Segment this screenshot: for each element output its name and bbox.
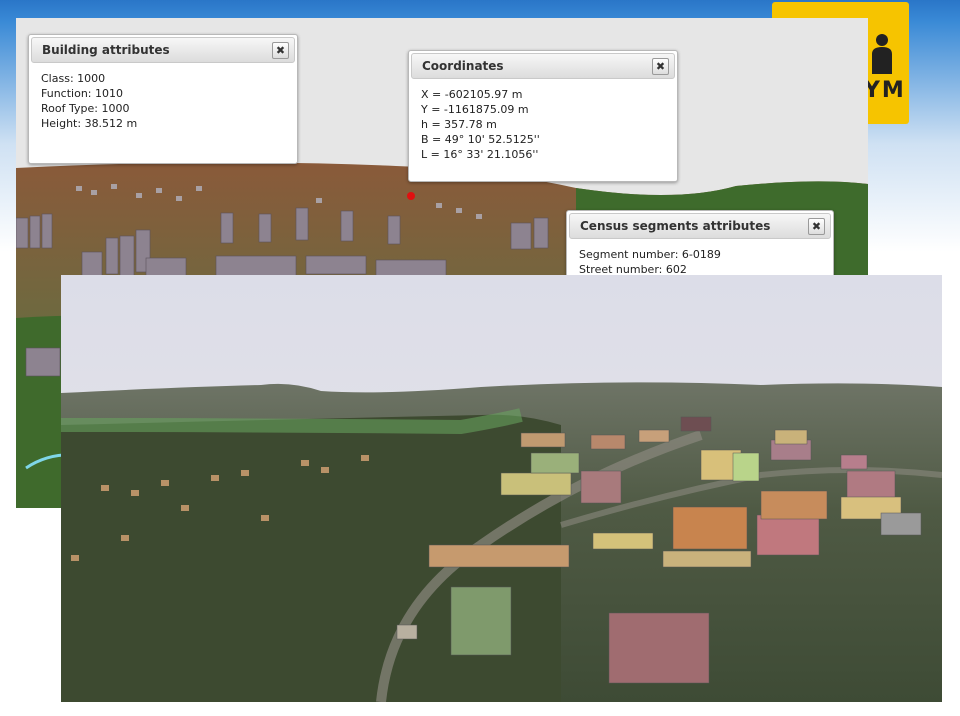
city-scene: [61, 275, 942, 702]
close-button[interactable]: ✖: [808, 218, 825, 235]
panel-body: X = -602105.97 m Y = -1161875.09 m h = 3…: [409, 81, 677, 168]
panel-title: Building attributes: [42, 43, 170, 57]
panel-header[interactable]: Census segments attributes ✖: [569, 213, 831, 239]
coordinate-row: L = 16° 33' 21.1056'': [421, 148, 539, 161]
coordinate-row: h = 357.78 m: [421, 118, 497, 131]
attribute-row: Height: 38.512 m: [41, 117, 138, 130]
coordinates-panel[interactable]: Coordinates ✖ X = -602105.97 m Y = -1161…: [408, 50, 678, 182]
panel-title: Census segments attributes: [580, 219, 771, 233]
panel-header[interactable]: Coordinates ✖: [411, 53, 675, 79]
building-attributes-panel[interactable]: Building attributes ✖ Class: 1000 Functi…: [28, 34, 298, 164]
city-model-3d-view[interactable]: [61, 275, 942, 702]
panel-header[interactable]: Building attributes ✖: [31, 37, 295, 63]
person-icon: [872, 34, 892, 74]
panel-title: Coordinates: [422, 59, 504, 73]
attribute-row: Segment number: 6-0189: [579, 248, 721, 261]
attribute-row: Class: 1000: [41, 72, 106, 85]
coordinate-row: X = -602105.97 m: [421, 88, 523, 101]
panel-body: Class: 1000 Function: 1010 Roof Type: 10…: [29, 65, 297, 137]
attribute-row: Function: 1010: [41, 87, 123, 100]
close-button[interactable]: ✖: [272, 42, 289, 59]
attribute-row: Roof Type: 1000: [41, 102, 130, 115]
coordinate-row: B = 49° 10' 52.5125'': [421, 133, 540, 146]
close-button[interactable]: ✖: [652, 58, 669, 75]
coordinate-row: Y = -1161875.09 m: [421, 103, 529, 116]
logo-text: YM: [864, 78, 906, 103]
